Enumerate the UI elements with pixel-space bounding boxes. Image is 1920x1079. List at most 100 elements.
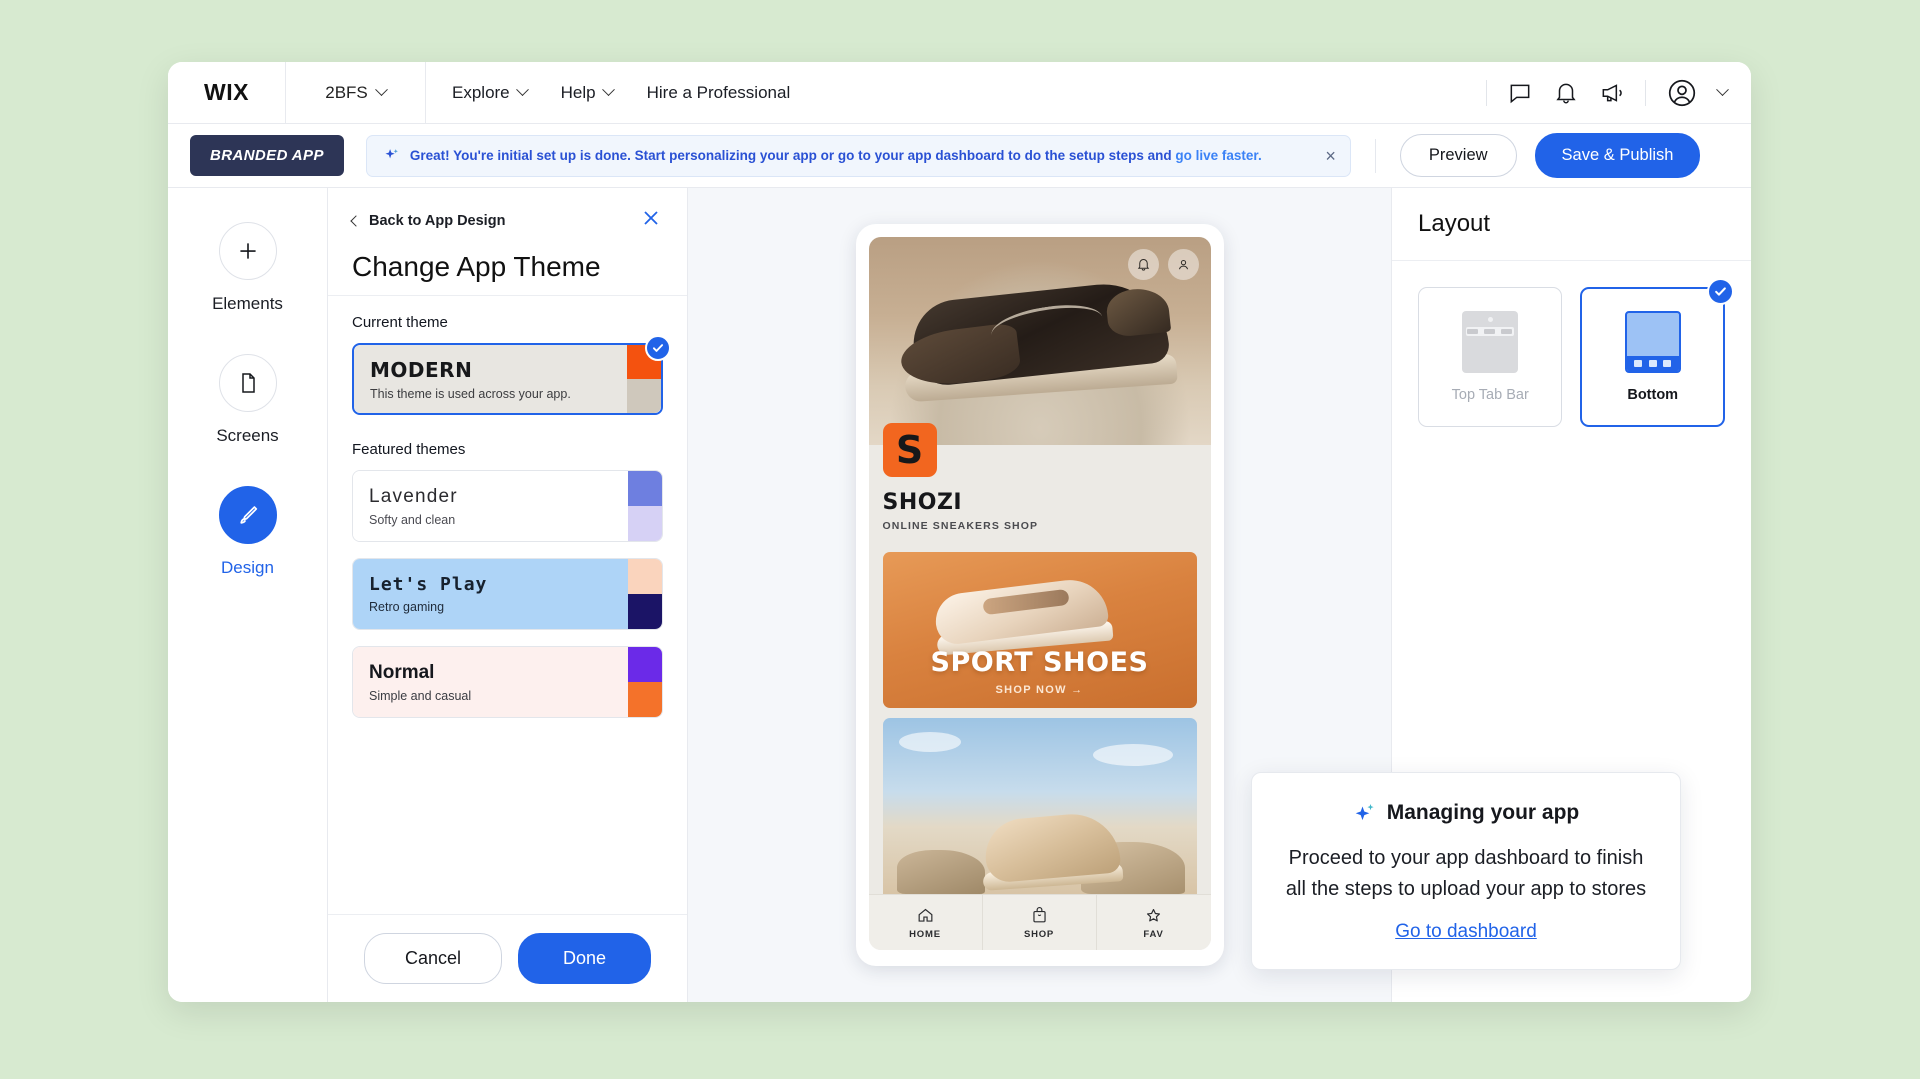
chat-icon[interactable] <box>1507 80 1533 106</box>
chevron-left-icon <box>350 214 362 227</box>
menu-label: Explore <box>452 82 510 102</box>
chevron-down-icon <box>515 83 529 97</box>
theme-card-modern[interactable]: MODERN This theme is used across your ap… <box>352 335 671 415</box>
swatch-top <box>628 559 662 594</box>
tooltip-heading: Managing your app <box>1386 801 1580 824</box>
phone-preview[interactable]: S SHOZI ONLINE SNEAKERS SHOP SPORT SHOES… <box>855 224 1224 966</box>
panel-header: Back to App Design Change App Theme <box>328 188 687 296</box>
panel-content: Current theme MODERN This theme is used … <box>328 296 687 914</box>
divider <box>1374 138 1376 173</box>
panel-footer: Cancel Done <box>328 914 687 1002</box>
theme-card-body: Let's Play Retro gaming <box>353 559 628 629</box>
megaphone-icon[interactable] <box>1599 80 1625 106</box>
hero-icon-group <box>1127 249 1199 280</box>
sneaker-illustration <box>895 277 1195 408</box>
back-label: Back to App Design <box>369 212 506 229</box>
tab-label: SHOP <box>1023 928 1055 940</box>
layout-option-bottom[interactable]: Bottom <box>1580 278 1734 427</box>
phone-screen: S SHOZI ONLINE SNEAKERS SHOP SPORT SHOES… <box>868 237 1211 950</box>
bottom-tab-bar: HOME SHOP FAV <box>868 894 1211 950</box>
bell-icon[interactable] <box>1127 249 1159 280</box>
theme-card-normal[interactable]: Normal Simple and casual <box>352 646 663 718</box>
tab-home[interactable]: HOME <box>869 895 983 950</box>
bottom-tab-bar-thumbnail <box>1624 311 1681 373</box>
sparkle-icon <box>1355 804 1374 821</box>
bell-icon[interactable] <box>1553 80 1579 106</box>
layout-title: Layout <box>1418 210 1491 237</box>
rail-item-elements[interactable]: Elements <box>212 222 283 314</box>
account-icon[interactable] <box>1666 77 1698 109</box>
body-area: Elements Screens Design Back to App Desi… <box>168 188 1751 1002</box>
rail-label: Elements <box>212 294 283 313</box>
theme-card-body: Lavender Softy and clean <box>353 471 628 541</box>
swatch-top <box>628 647 662 682</box>
theme-swatch <box>628 647 662 717</box>
site-selector[interactable]: 2BFS <box>286 62 426 123</box>
save-publish-button[interactable]: Save & Publish <box>1534 133 1701 178</box>
promo-banner[interactable]: SPORT SHOES SHOP NOW → <box>882 552 1197 708</box>
home-icon <box>918 908 932 922</box>
theme-desc: Retro gaming <box>369 600 445 614</box>
secondary-promo-image[interactable] <box>882 718 1197 894</box>
brand-logo: S <box>882 423 937 477</box>
selected-check-icon <box>645 335 671 361</box>
tab-label: HOME <box>909 928 941 940</box>
top-menu: Explore Help Hire a Professional <box>426 62 790 123</box>
theme-swatch <box>628 559 662 629</box>
menu-item-help[interactable]: Help <box>561 83 615 103</box>
theme-card-lets-play[interactable]: Let's Play Retro gaming <box>352 558 663 630</box>
menu-item-explore[interactable]: Explore <box>452 82 529 103</box>
back-to-app-design-button[interactable]: Back to App Design <box>350 212 506 229</box>
tooltip-body: Proceed to your app dashboard to finish … <box>1285 847 1647 900</box>
menu-label: Hire a Professional <box>646 82 791 102</box>
theme-name: Normal <box>369 661 435 683</box>
current-theme-label: Current theme <box>352 314 448 331</box>
layout-option-label: Bottom <box>1627 387 1679 403</box>
bag-icon <box>1032 906 1046 922</box>
tab-shop[interactable]: SHOP <box>983 895 1097 950</box>
wix-logo[interactable]: WIX <box>168 62 286 123</box>
star-icon <box>1146 908 1161 921</box>
page-title: Change App Theme <box>352 251 601 282</box>
app-window: WIX 2BFS Explore Help Hire a Professiona… <box>168 62 1751 1002</box>
change-app-theme-panel: Back to App Design Change App Theme Curr… <box>328 188 688 1002</box>
divider <box>1486 79 1487 106</box>
cancel-button[interactable]: Cancel <box>363 933 502 984</box>
tab-fav[interactable]: FAV <box>1097 895 1211 950</box>
rail-label: Screens <box>216 426 279 445</box>
rail-item-screens[interactable]: Screens <box>216 354 279 446</box>
layout-options: Top Tab Bar Bottom <box>1392 261 1751 427</box>
managing-your-app-tooltip: Managing your app Proceed to your app da… <box>1251 772 1681 970</box>
rail-item-design[interactable]: Design <box>218 486 277 578</box>
sparkle-icon <box>385 149 398 159</box>
promo-cta: SHOP NOW → <box>995 684 1084 696</box>
preview-button[interactable]: Preview <box>1399 134 1517 177</box>
sub-bar: BRANDED APP Great! You're initial set up… <box>168 124 1751 188</box>
account-icon[interactable] <box>1167 249 1199 280</box>
brand-tagline: ONLINE SNEAKERS SHOP <box>882 520 1039 532</box>
promo-sneaker-illustration <box>932 575 1120 656</box>
go-to-dashboard-link[interactable]: Go to dashboard <box>1395 921 1537 943</box>
banner-link[interactable]: go live faster. <box>1175 148 1261 163</box>
close-panel-button[interactable] <box>639 206 663 235</box>
boot-illustration <box>982 810 1121 884</box>
tooltip-heading-row: Managing your app <box>1278 801 1654 825</box>
theme-card-body: Normal Simple and casual <box>353 647 628 717</box>
menu-item-hire-a-professional[interactable]: Hire a Professional <box>647 83 791 103</box>
swatch-bottom <box>628 506 662 541</box>
banner-text: Great! You're initial set up is done. St… <box>410 148 1262 163</box>
close-icon[interactable]: × <box>1315 147 1336 165</box>
layout-option-top-tab-bar[interactable]: Top Tab Bar <box>1418 287 1563 427</box>
selected-check-icon <box>1707 278 1734 305</box>
branded-app-badge: BRANDED APP <box>190 135 344 176</box>
theme-name: Let's Play <box>369 574 488 595</box>
top-bar: WIX 2BFS Explore Help Hire a Professiona… <box>168 62 1751 124</box>
brand-name: SHOZI <box>882 490 963 515</box>
done-button[interactable]: Done <box>518 933 652 984</box>
brush-icon <box>218 486 277 544</box>
promo-title: SPORT SHOES <box>930 647 1149 678</box>
tab-label: FAV <box>1143 928 1164 940</box>
theme-card-body: MODERN This theme is used across your ap… <box>354 345 627 413</box>
account-chevron-down-icon[interactable] <box>1716 83 1729 97</box>
theme-card-lavender[interactable]: Lavender Softy and clean <box>352 470 663 542</box>
